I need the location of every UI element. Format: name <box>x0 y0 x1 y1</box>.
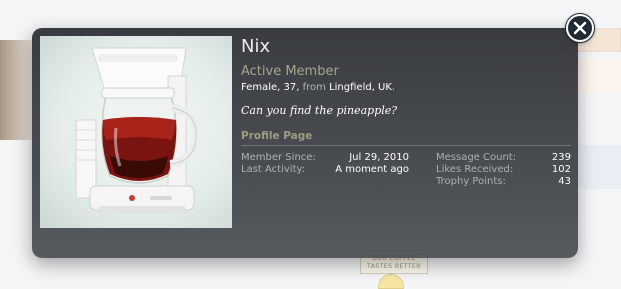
background-avatar <box>0 40 32 140</box>
stat-row: Last Activity: A moment ago <box>241 164 409 176</box>
stat-row: Trophy Points: 43 <box>436 176 571 188</box>
location-link[interactable]: Lingfield, UK. <box>329 82 395 93</box>
gender-age: Female, 37, <box>241 82 303 93</box>
close-icon <box>573 21 587 35</box>
avatar[interactable] <box>40 36 232 228</box>
status-message: Can you find the pineapple? <box>241 104 398 117</box>
background-badge-face <box>378 274 404 289</box>
stat-row: Message Count: 239 <box>436 152 571 164</box>
stat-value: A moment ago <box>335 164 409 175</box>
coffee-maker-image <box>75 47 201 214</box>
stat-label: Trophy Points: <box>436 176 506 187</box>
stat-value: 43 <box>558 176 571 187</box>
stat-value: 239 <box>551 152 571 163</box>
profile-page-link[interactable]: Profile Page <box>241 130 312 142</box>
stats-right: Message Count: 239 Likes Received: 102 T… <box>436 152 571 188</box>
stat-label: Likes Received: <box>436 164 514 175</box>
user-blurb: Female, 37, from Lingfield, UK. <box>241 82 395 93</box>
stat-label: Member Since: <box>241 152 316 163</box>
stat-label: Message Count: <box>436 152 517 163</box>
close-button[interactable] <box>566 14 594 42</box>
stats-left: Member Since: Jul 29, 2010 Last Activity… <box>241 152 409 176</box>
user-title: Active Member <box>241 64 339 79</box>
stat-label: Last Activity: <box>241 164 306 175</box>
divider <box>241 145 571 146</box>
username[interactable]: Nix <box>241 36 270 57</box>
stat-value: Jul 29, 2010 <box>349 152 409 163</box>
stat-row: Likes Received: 102 <box>436 164 571 176</box>
stat-value: 102 <box>551 164 571 175</box>
from-label: from <box>302 82 326 93</box>
member-tooltip-card: Nix Active Member Female, 37, from Lingf… <box>32 28 578 258</box>
stat-row: Member Since: Jul 29, 2010 <box>241 152 409 164</box>
